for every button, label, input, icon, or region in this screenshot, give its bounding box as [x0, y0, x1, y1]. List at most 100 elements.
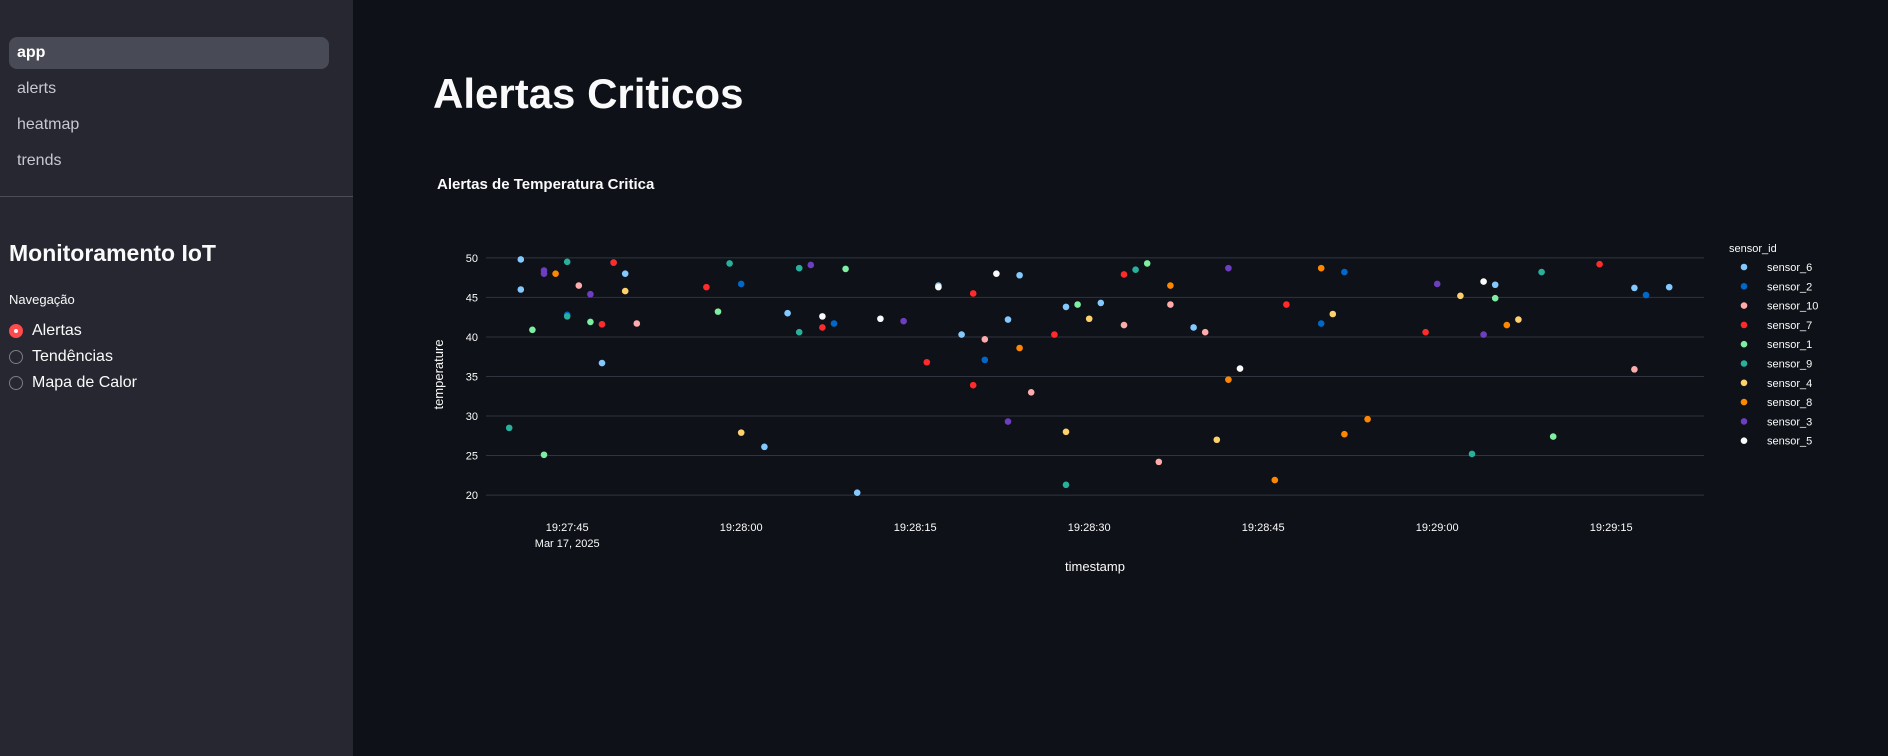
data-point[interactable]	[540, 451, 548, 459]
data-point[interactable]	[900, 317, 907, 325]
data-point[interactable]	[1016, 344, 1023, 352]
data-point[interactable]	[1155, 458, 1163, 466]
data-point[interactable]	[1422, 328, 1429, 336]
legend-entry[interactable]: sensor_10	[1767, 301, 1818, 313]
data-point[interactable]	[1120, 321, 1128, 329]
data-point[interactable]	[935, 283, 942, 291]
data-point[interactable]	[969, 381, 977, 389]
legend-entry[interactable]: sensor_3	[1767, 416, 1812, 428]
data-point[interactable]	[1480, 278, 1487, 285]
data-point[interactable]	[1062, 428, 1070, 436]
data-point[interactable]	[1317, 320, 1325, 327]
data-point[interactable]	[714, 308, 722, 315]
data-point[interactable]	[923, 358, 931, 366]
data-point[interactable]	[993, 270, 1000, 277]
data-point[interactable]	[1457, 292, 1464, 300]
data-point[interactable]	[703, 283, 710, 291]
data-point[interactable]	[1225, 376, 1232, 383]
nav-link-alerts[interactable]: alerts	[9, 73, 329, 105]
legend-entry[interactable]: sensor_2	[1767, 281, 1812, 293]
scatter-chart[interactable]: 20 25 30 35 40 45 50 19:27:45 Mar 17, 2025 19:28:…	[353, 0, 1888, 600]
data-point[interactable]	[563, 258, 571, 266]
data-point[interactable]	[1283, 301, 1290, 308]
data-point[interactable]	[1515, 316, 1522, 323]
nav-link-app[interactable]: app	[9, 37, 329, 69]
data-point[interactable]	[1433, 280, 1441, 288]
legend-entry[interactable]: sensor_4	[1767, 378, 1812, 390]
data-point[interactable]	[1120, 271, 1128, 278]
radio-unchecked-icon[interactable]	[9, 350, 23, 364]
data-point[interactable]	[1329, 310, 1337, 318]
data-point[interactable]	[1491, 281, 1499, 289]
data-point[interactable]	[969, 290, 977, 297]
data-point[interactable]	[958, 331, 965, 338]
data-point[interactable]	[621, 270, 629, 277]
data-point[interactable]	[1051, 331, 1058, 338]
radio-option-mapa-de-calor[interactable]: Mapa de Calor	[9, 370, 137, 396]
data-point[interactable]	[795, 264, 803, 272]
legend-entry[interactable]: sensor_7	[1767, 320, 1812, 332]
data-point[interactable]	[1004, 316, 1012, 323]
data-point[interactable]	[598, 320, 606, 328]
data-point[interactable]	[1027, 388, 1035, 396]
data-point[interactable]	[610, 259, 617, 266]
data-point[interactable]	[1190, 324, 1197, 331]
data-point[interactable]	[517, 256, 525, 263]
data-point[interactable]	[737, 429, 745, 436]
data-point[interactable]	[505, 424, 513, 432]
data-point[interactable]	[1341, 268, 1348, 276]
data-point[interactable]	[517, 286, 525, 293]
data-point[interactable]	[737, 280, 745, 288]
data-point[interactable]	[1132, 266, 1139, 274]
data-point[interactable]	[1596, 260, 1603, 268]
data-point[interactable]	[633, 320, 641, 327]
data-point[interactable]	[1062, 303, 1070, 311]
data-point[interactable]	[1341, 430, 1348, 438]
legend-entry[interactable]: sensor_8	[1767, 397, 1812, 409]
data-point[interactable]	[621, 287, 629, 295]
data-point[interactable]	[1271, 476, 1279, 484]
data-point[interactable]	[1085, 315, 1093, 323]
radio-option-alertas[interactable]: Alertas	[9, 318, 137, 344]
data-point[interactable]	[1143, 260, 1151, 267]
legend-entry[interactable]: sensor_5	[1767, 436, 1812, 448]
data-point[interactable]	[1491, 294, 1499, 302]
data-point[interactable]	[575, 282, 583, 289]
data-point[interactable]	[1225, 264, 1232, 272]
data-point[interactable]	[1665, 283, 1673, 291]
data-point[interactable]	[552, 270, 559, 277]
data-point[interactable]	[981, 336, 989, 343]
data-point[interactable]	[563, 313, 571, 320]
radio-option-tendencias[interactable]: Tendências	[9, 344, 137, 370]
data-point[interactable]	[1004, 418, 1012, 425]
nav-link-heatmap[interactable]: heatmap	[9, 109, 329, 141]
data-point[interactable]	[853, 489, 861, 497]
radio-checked-icon[interactable]	[9, 324, 23, 338]
data-point[interactable]	[1631, 284, 1638, 292]
data-point[interactable]	[1167, 301, 1174, 308]
data-point[interactable]	[761, 443, 768, 451]
legend-entry[interactable]: sensor_6	[1767, 262, 1812, 274]
data-point[interactable]	[1097, 299, 1105, 307]
data-point[interactable]	[587, 318, 594, 326]
data-point[interactable]	[540, 270, 548, 277]
data-point[interactable]	[981, 356, 989, 364]
data-point[interactable]	[819, 324, 826, 331]
data-point[interactable]	[1364, 415, 1371, 423]
data-point[interactable]	[1480, 331, 1487, 338]
legend-entry[interactable]: sensor_1	[1767, 339, 1812, 351]
data-point[interactable]	[1167, 282, 1174, 289]
data-point[interactable]	[784, 309, 791, 317]
data-point[interactable]	[1631, 366, 1638, 373]
data-point[interactable]	[1016, 271, 1023, 279]
data-point[interactable]	[1201, 328, 1209, 336]
data-point[interactable]	[1503, 321, 1511, 329]
data-point[interactable]	[1074, 301, 1081, 308]
data-point[interactable]	[1317, 264, 1325, 272]
radio-unchecked-icon[interactable]	[9, 376, 23, 390]
data-point[interactable]	[1213, 436, 1221, 444]
data-point[interactable]	[587, 290, 594, 298]
data-point[interactable]	[726, 260, 733, 267]
data-point[interactable]	[1538, 268, 1545, 276]
data-point[interactable]	[1642, 291, 1650, 299]
